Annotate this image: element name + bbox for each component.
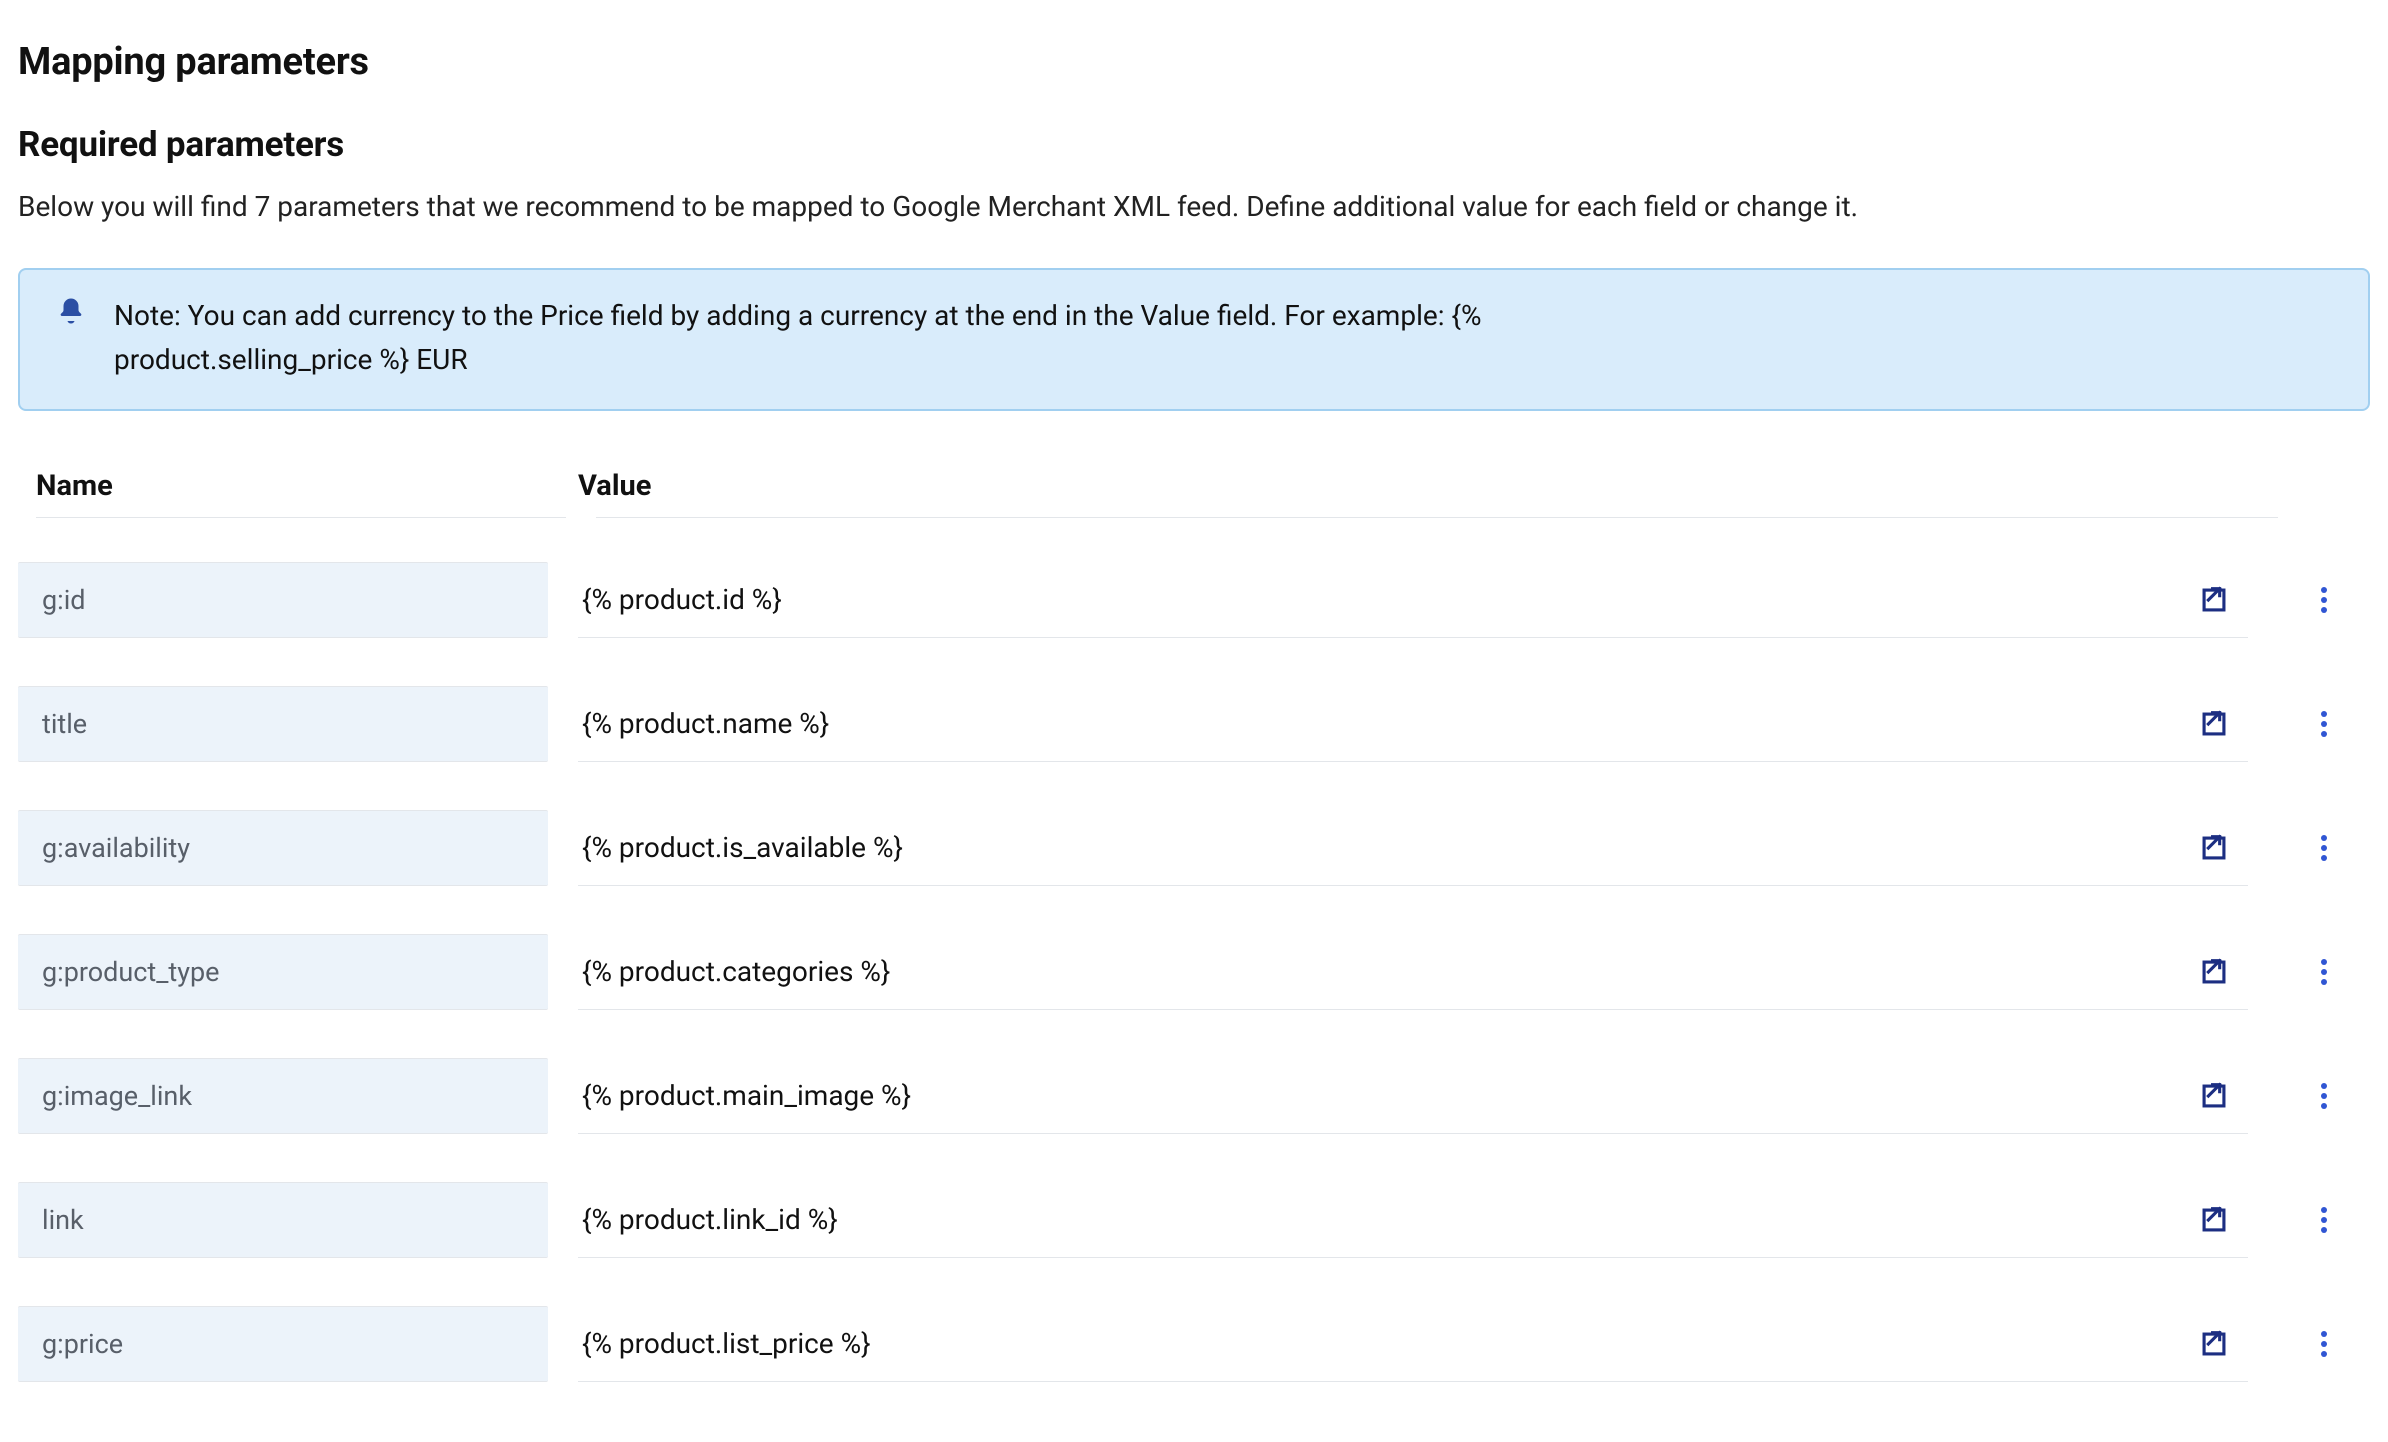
param-name-cell: title (18, 686, 548, 762)
param-value-input[interactable] (582, 1203, 2196, 1236)
param-value-input[interactable] (582, 1079, 2196, 1112)
param-name: g:price (42, 1328, 123, 1360)
param-name-cell: g:image_link (18, 1058, 548, 1134)
table-row: title (18, 638, 2370, 762)
row-more-menu-icon[interactable] (2304, 952, 2344, 992)
table-header: Name Value (18, 439, 2370, 517)
open-in-editor-icon[interactable] (2196, 706, 2232, 742)
section-title-required: Required parameters (18, 124, 2370, 165)
column-header-value: Value (578, 469, 2370, 503)
param-name: g:image_link (42, 1080, 192, 1112)
param-value-cell[interactable] (578, 810, 2248, 886)
param-value-input[interactable] (582, 1327, 2196, 1360)
column-header-name: Name (36, 469, 578, 503)
table-row: g:id (18, 518, 2370, 638)
param-value-input[interactable] (582, 707, 2196, 740)
param-name: g:id (42, 584, 86, 616)
param-value-input[interactable] (582, 955, 2196, 988)
open-in-editor-icon[interactable] (2196, 1326, 2232, 1362)
param-value-cell[interactable] (578, 934, 2248, 1010)
row-more-menu-icon[interactable] (2304, 1200, 2344, 1240)
param-value-cell[interactable] (578, 1182, 2248, 1258)
table-row: g:price (18, 1258, 2370, 1382)
row-more-menu-icon[interactable] (2304, 1324, 2344, 1364)
open-in-editor-icon[interactable] (2196, 1202, 2232, 1238)
info-note: Note: You can add currency to the Price … (18, 268, 2370, 411)
param-value-input[interactable] (582, 583, 2196, 616)
table-body: g:id (18, 518, 2370, 1382)
param-name-cell: g:price (18, 1306, 548, 1382)
table-row: link (18, 1134, 2370, 1258)
open-in-editor-icon[interactable] (2196, 830, 2232, 866)
row-more-menu-icon[interactable] (2304, 580, 2344, 620)
bell-icon (56, 296, 86, 330)
param-name: link (42, 1204, 84, 1236)
param-value-cell[interactable] (578, 1306, 2248, 1382)
param-value-input[interactable] (582, 831, 2196, 864)
param-name-cell: g:availability (18, 810, 548, 886)
section-description: Below you will find 7 parameters that we… (18, 187, 2370, 226)
param-name: g:product_type (42, 956, 220, 988)
open-in-editor-icon[interactable] (2196, 1078, 2232, 1114)
open-in-editor-icon[interactable] (2196, 954, 2232, 990)
table-row: g:image_link (18, 1010, 2370, 1134)
row-more-menu-icon[interactable] (2304, 704, 2344, 744)
row-more-menu-icon[interactable] (2304, 828, 2344, 868)
param-value-cell[interactable] (578, 686, 2248, 762)
param-name-cell: g:product_type (18, 934, 548, 1010)
param-name-cell: g:id (18, 562, 548, 638)
page-title: Mapping parameters (18, 40, 2370, 84)
param-name-cell: link (18, 1182, 548, 1258)
row-more-menu-icon[interactable] (2304, 1076, 2344, 1116)
parameters-table: Name Value g:id (18, 439, 2370, 1382)
header-divider (18, 517, 2370, 518)
mapping-parameters-page: Mapping parameters Required parameters B… (0, 0, 2388, 1442)
param-value-cell[interactable] (578, 562, 2248, 638)
open-in-editor-icon[interactable] (2196, 582, 2232, 618)
table-row: g:availability (18, 762, 2370, 886)
param-value-cell[interactable] (578, 1058, 2248, 1134)
table-row: g:product_type (18, 886, 2370, 1010)
info-note-text: Note: You can add currency to the Price … (114, 294, 1634, 381)
param-name: g:availability (42, 832, 190, 864)
param-name: title (42, 708, 87, 740)
